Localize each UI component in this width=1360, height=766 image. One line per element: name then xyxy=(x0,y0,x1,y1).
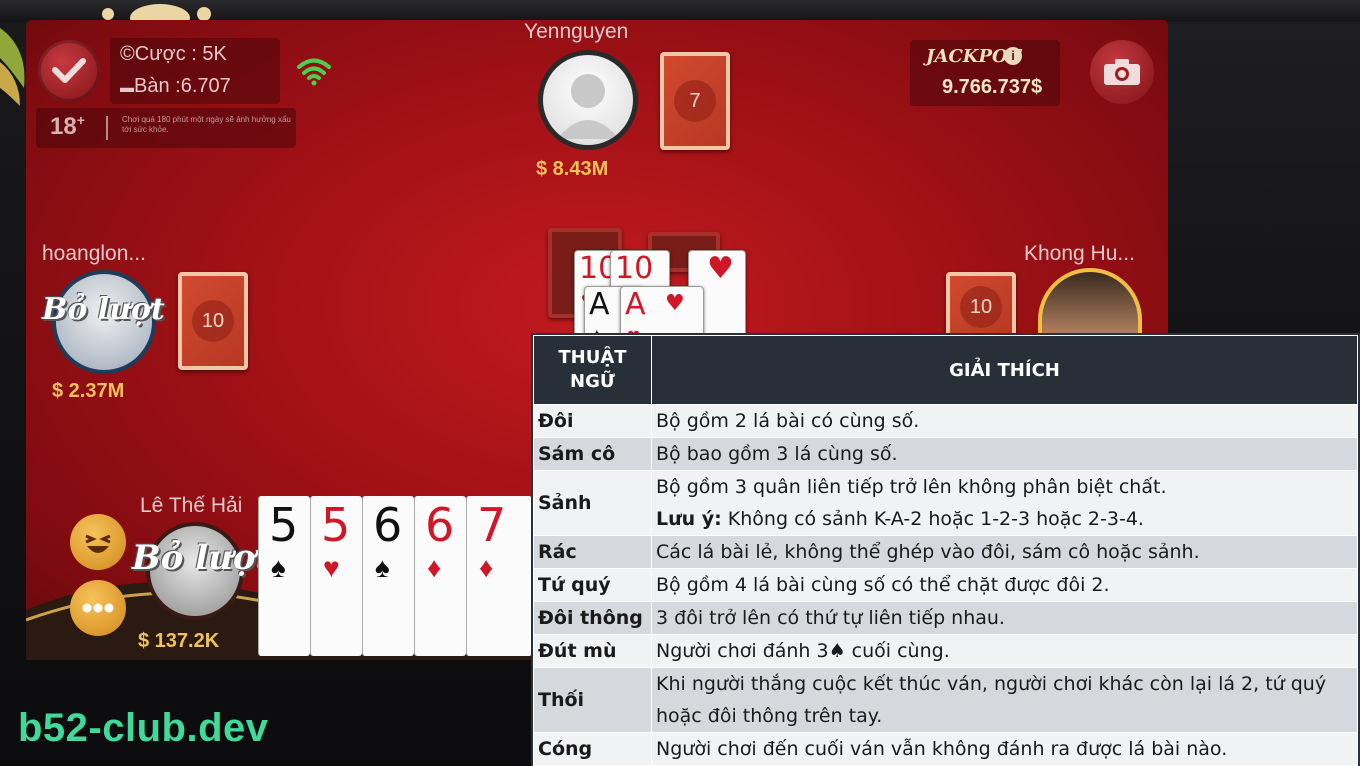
terms-header-row: THUẬT NGỮ GIẢI THÍCH xyxy=(533,335,1358,405)
term-cell: Cóng xyxy=(533,732,652,766)
self-player-name: Lê Thế Hải xyxy=(140,494,243,517)
emoji-button[interactable] xyxy=(70,514,126,570)
left-player-money: $ 2.37M xyxy=(52,380,125,402)
description-cell: 3 đôi trở lên có thứ tự liên tiếp nhau. xyxy=(651,601,1358,635)
bet-label: Cược : 5K xyxy=(134,43,227,65)
top-player-card-count: 7 xyxy=(660,52,730,150)
note-label: Lưu ý: xyxy=(656,508,722,530)
term-cell: Sảnh xyxy=(533,470,652,536)
chat-bubble-icon xyxy=(82,603,114,613)
top-player-money: $ 8.43M xyxy=(536,158,609,180)
info-icon[interactable]: i xyxy=(1004,47,1022,65)
table-row: Sảnh Bộ gồm 3 quân liên tiếp trở lên khô… xyxy=(533,470,1358,536)
age-rating: 18+ xyxy=(50,112,85,140)
description-cell: Các lá bài lẻ, không thể ghép vào đôi, s… xyxy=(651,535,1358,569)
table-row: Đôi thông 3 đôi trở lên có thứ tự liên t… xyxy=(533,601,1358,635)
term-cell: Rác xyxy=(533,535,652,569)
laughing-face-icon xyxy=(85,534,111,553)
table-row: Rác Các lá bài lẻ, không thể ghép vào đô… xyxy=(533,535,1358,569)
term-cell: Tứ quý xyxy=(533,568,652,602)
left-player-name: hoanglon... xyxy=(42,242,146,265)
coin-icon: © xyxy=(120,43,135,65)
description-cell: Người chơi đánh 3♠ cuối cùng. xyxy=(651,634,1358,668)
table-row: Sám cô Bộ bao gồm 3 lá cùng số. xyxy=(533,437,1358,471)
hand-card[interactable]: 6 ♠ xyxy=(362,496,414,656)
self-player-money: $ 137.2K xyxy=(138,630,220,652)
chat-button[interactable] xyxy=(70,580,126,636)
right-player-card-count: 10 xyxy=(946,272,1016,342)
left-player-card-count: 10 xyxy=(178,272,248,370)
table-row: Đôi Bộ gồm 2 lá bài có cùng số. xyxy=(533,404,1358,438)
description-column-header: GIẢI THÍCH xyxy=(651,335,1358,405)
user-silhouette-icon xyxy=(557,74,619,139)
table-row: Đút mù Người chơi đánh 3♠ cuối cùng. xyxy=(533,634,1358,668)
crown-decoration xyxy=(102,4,211,22)
age-separator xyxy=(106,116,108,140)
top-player-name: Yennguyen xyxy=(524,20,629,43)
self-player-status: Bỏ lượt xyxy=(132,538,272,578)
hand-card[interactable]: 5 ♠ xyxy=(258,496,310,656)
age-note: Chơi quá 180 phút một ngày sẽ ảnh hưởng … xyxy=(122,115,291,134)
term-cell: Đút mù xyxy=(533,634,652,668)
description-cell: Bộ gồm 2 lá bài có cùng số. xyxy=(651,404,1358,438)
description-cell: Bộ gồm 4 lá bài cùng số có thể chặt được… xyxy=(651,568,1358,602)
term-cell: Thối xyxy=(533,667,652,733)
table-icon: ▬ xyxy=(120,79,134,95)
top-player-avatar[interactable] xyxy=(538,50,638,150)
hand-card[interactable]: 6 ♦ xyxy=(414,496,466,656)
table-label: Bàn :6.707 xyxy=(134,75,231,97)
site-watermark: b52-club.dev xyxy=(18,706,269,750)
description-cell: Người chơi đến cuối ván vẫn không đánh r… xyxy=(651,732,1358,766)
description-cell: Bộ bao gồm 3 lá cùng số. xyxy=(651,437,1358,471)
terms-table: THUẬT NGỮ GIẢI THÍCH Đôi Bộ gồm 2 lá bài… xyxy=(531,333,1360,766)
hand-card[interactable]: 7 ♦ xyxy=(466,496,532,656)
jackpot-value: 9.766.737$ xyxy=(942,76,1043,98)
term-cell: Đôi xyxy=(533,404,652,438)
description-note: Lưu ý: Không có sảnh K-A-2 hoặc 1-2-3 ho… xyxy=(656,503,1353,535)
term-column-header: THUẬT NGỮ xyxy=(533,335,652,405)
table-info: ▬Bàn :6.707 xyxy=(120,75,231,98)
right-background xyxy=(1168,22,1360,332)
table-row: Thối Khi người thắng cuộc kết thúc ván, … xyxy=(533,667,1358,733)
right-player-name: Khong Hu... xyxy=(1024,242,1135,265)
table-row: Cóng Người chơi đến cuối ván vẫn không đ… xyxy=(533,732,1358,766)
description-cell: Bộ gồm 3 quân liên tiếp trở lên không ph… xyxy=(651,470,1358,536)
check-icon xyxy=(52,58,86,83)
screenshot-button[interactable] xyxy=(1090,40,1154,104)
left-player-status: Bỏ lượt xyxy=(42,292,165,327)
term-cell: Sám cô xyxy=(533,437,652,471)
table-row: Tứ quý Bộ gồm 4 lá bài cùng số có thể ch… xyxy=(533,568,1358,602)
term-cell: Đôi thông xyxy=(533,601,652,635)
wifi-icon xyxy=(297,58,331,86)
description-cell: Khi người thắng cuộc kết thúc ván, người… xyxy=(651,667,1358,733)
description-text: Bộ gồm 3 quân liên tiếp trở lên không ph… xyxy=(656,476,1167,498)
hand-card[interactable]: 5 ♥ xyxy=(310,496,362,656)
camera-icon xyxy=(1104,59,1140,85)
note-text: Không có sảnh K-A-2 hoặc 1-2-3 hoặc 2-3-… xyxy=(721,508,1144,530)
back-button[interactable] xyxy=(38,40,100,102)
bet-info: ©Cược : 5K xyxy=(120,43,227,66)
